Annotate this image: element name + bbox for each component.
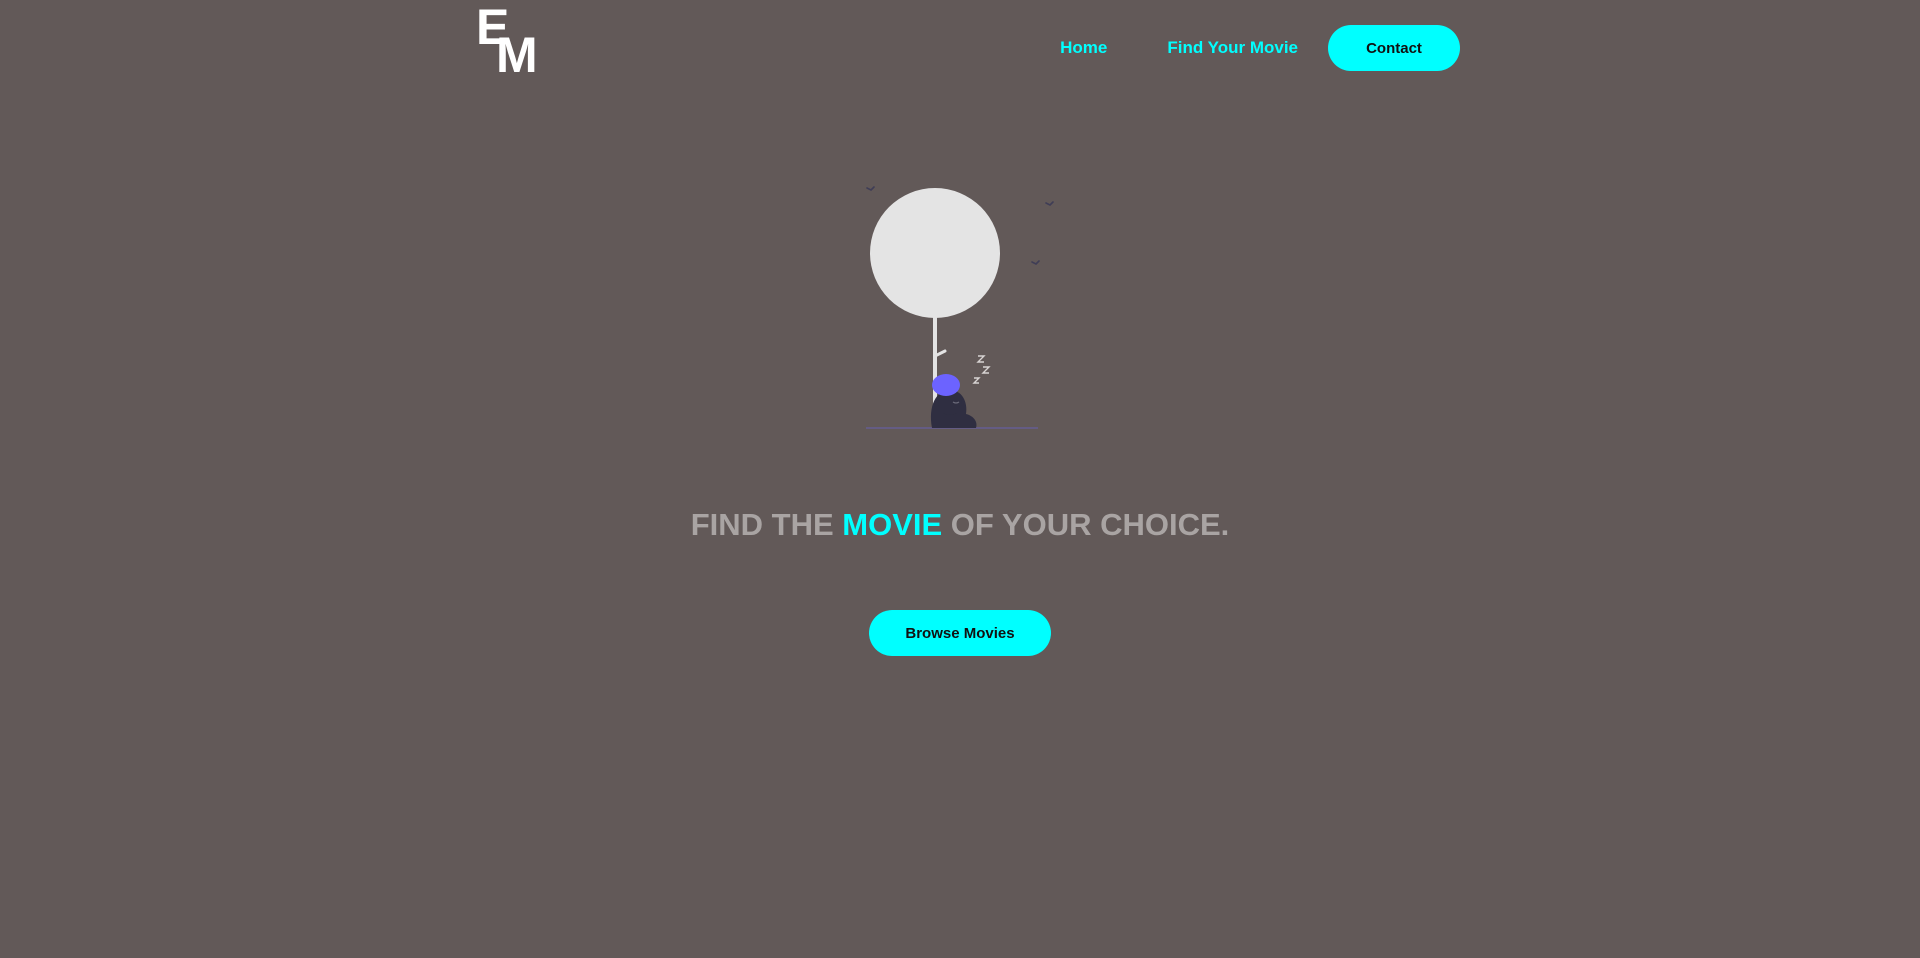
landing-page: E M Home Find Your Movie Contact FIND TH… (0, 0, 1920, 958)
headline-text-start: FIND THE (690, 507, 843, 542)
sleeping-person-hat (932, 374, 960, 396)
logo-letter-m: M (496, 27, 538, 83)
site-logo[interactable]: E M (476, 2, 542, 80)
nav-home-link[interactable]: Home (1060, 38, 1107, 58)
zzz-icon (972, 355, 991, 384)
browse-movies-button[interactable]: Browse Movies (869, 610, 1051, 656)
main-nav: Home Find Your Movie Contact (1060, 25, 1460, 71)
nav-find-your-movie-link[interactable]: Find Your Movie (1167, 38, 1298, 58)
sleeping-under-tree-illustration (866, 186, 1054, 429)
headline-text-end: OF YOUR CHOICE. (942, 507, 1230, 542)
contact-button[interactable]: Contact (1328, 25, 1460, 71)
hero-headline: FIND THE MOVIE OF YOUR CHOICE. (0, 505, 1920, 545)
tree-canopy (870, 188, 1000, 318)
headline-accent-word: MOVIE (842, 507, 943, 542)
